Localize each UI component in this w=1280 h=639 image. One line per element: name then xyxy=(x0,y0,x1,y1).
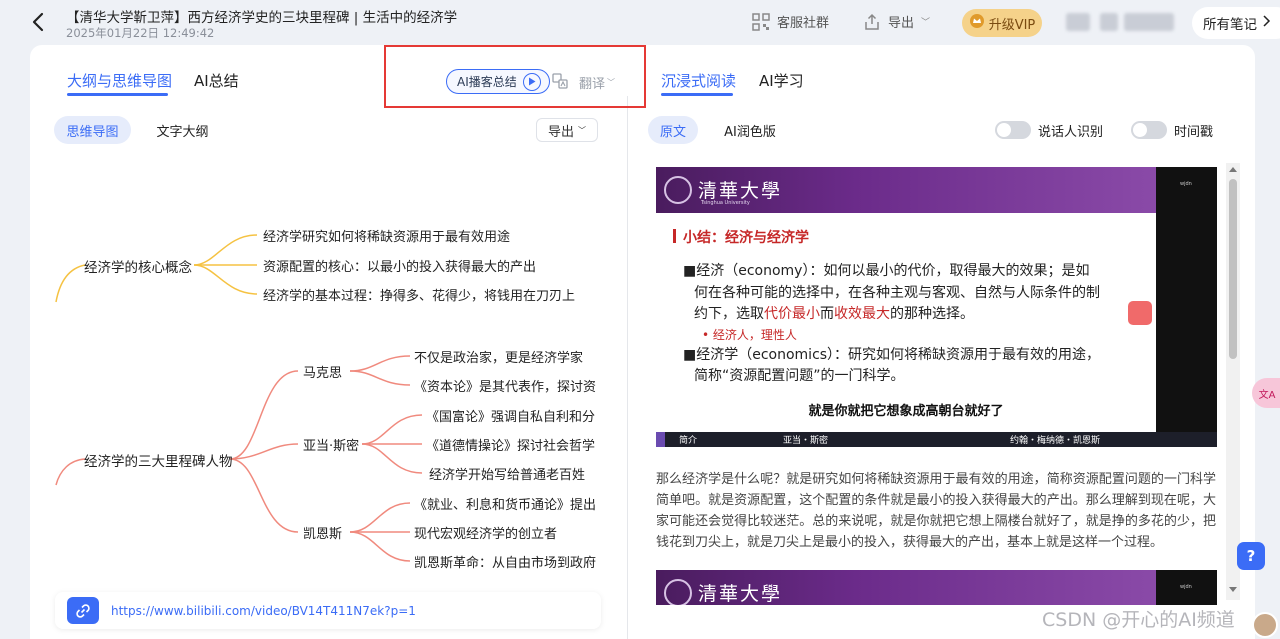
tab-immersive-reading[interactable]: 沉浸式阅读 xyxy=(661,70,736,91)
top-export-label: 导出 xyxy=(888,16,915,31)
mindmap-leaf[interactable]: 资源配置的核心：以最小的投入获得最大的产出 xyxy=(263,256,536,275)
source-link-bar: https://www.bilibili.com/video/BV14T411N… xyxy=(55,592,601,629)
mindmap-node-adam-smith[interactable]: 亚当·斯密 xyxy=(303,435,359,454)
video-watermark: wjdn xyxy=(1180,181,1192,187)
page-datetime: 2025年01月22日 12:49:42 xyxy=(66,26,215,40)
mindmap-view-button[interactable]: 思维导图 xyxy=(54,116,131,144)
slide-economics-line-1: ■经济学（economics）：研究如何将稀缺资源用于最有效的用途， xyxy=(683,347,1101,363)
video-frame[interactable]: 清華大學 Tsinghua University wjdn 小结：经济与经济学 … xyxy=(656,167,1217,447)
annotation-highlight-box xyxy=(384,45,646,108)
all-notes-label: 所有笔记 xyxy=(1203,17,1257,33)
mindmap-node-core-concepts[interactable]: 经济学的核心概念 xyxy=(84,256,192,276)
mindmap-leaf[interactable]: 《就业、利息和货币通论》提出 xyxy=(414,494,596,513)
share-icon xyxy=(863,13,881,31)
floating-translate-button[interactable]: 文A xyxy=(1252,378,1280,408)
slide-economy-line-1: ■经济（economy）：如何以最小的代价，取得最大的效果；是如 xyxy=(683,263,1090,279)
tab-underline-left xyxy=(67,93,168,96)
all-notes-button[interactable]: 所有笔记 xyxy=(1192,7,1280,39)
mindmap-node-milestone-figures[interactable]: 经济学的三大里程碑人物 xyxy=(84,450,233,470)
mindmap-leaf[interactable]: 《资本论》是其代表作，探讨资 xyxy=(414,376,596,395)
mindmap-node-marx[interactable]: 马克思 xyxy=(303,362,342,381)
scrollbar-thumb[interactable] xyxy=(1229,179,1237,359)
tab-underline-right xyxy=(661,93,733,96)
right-scrollbar[interactable] xyxy=(1226,163,1240,600)
mindmap-export-label: 导出 xyxy=(547,124,574,140)
slide-footer-item: 简介 xyxy=(679,436,698,446)
avatar[interactable] xyxy=(1252,612,1278,638)
back-arrow-icon[interactable] xyxy=(27,10,51,34)
mindmap-leaf[interactable]: 经济学的基本过程：挣得多、花得少，将钱用在刀刃上 xyxy=(263,285,575,304)
mindmap-leaf[interactable]: 现代宏观经济学的创立者 xyxy=(414,523,557,542)
original-text-button[interactable]: 原文 xyxy=(648,116,698,144)
mindmap-leaf[interactable]: 凯恩斯革命：从自由市场到政府 xyxy=(414,552,596,571)
scroll-up-icon[interactable] xyxy=(1229,167,1237,172)
tab-outline-mindmap[interactable]: 大纲与思维导图 xyxy=(67,70,172,91)
slide-economics-line-2: 简称“资源配置问题”的一门科学。 xyxy=(694,368,905,384)
mindmap-node-keynes[interactable]: 凯恩斯 xyxy=(303,523,342,542)
speaker-recognition-toggle[interactable] xyxy=(995,121,1031,139)
mindmap-leaf[interactable]: 不仅是政治家，更是经济学家 xyxy=(414,347,583,366)
tab-ai-summary[interactable]: AI总结 xyxy=(194,70,239,91)
slide-title: 小结：经济与经济学 xyxy=(683,230,809,246)
mindmap-export-button[interactable]: 导出 ﹀ xyxy=(536,118,598,142)
source-link[interactable]: https://www.bilibili.com/video/BV14T411N… xyxy=(111,604,416,618)
mindmap-leaf[interactable]: 经济学研究如何将稀缺资源用于最有效用途 xyxy=(263,226,510,245)
mindmap-leaf[interactable]: 《道德情操论》探讨社会哲学 xyxy=(426,435,595,454)
panel-divider xyxy=(627,96,628,639)
mindmap-leaf[interactable]: 经济学开始写给普通老百姓 xyxy=(429,464,585,483)
tab-ai-learning[interactable]: AI学习 xyxy=(759,70,804,91)
mindmap-canvas[interactable]: 经济学的核心概念 经济学研究如何将稀缺资源用于最有效用途 资源配置的核心：以最小… xyxy=(30,150,610,580)
ai-polished-button[interactable]: AI润色版 xyxy=(714,116,786,144)
slide-title-marker xyxy=(673,229,676,243)
chevron-down-icon: ﹀ xyxy=(578,125,586,135)
video-frame-next[interactable]: 清華大學 wjdn xyxy=(656,570,1217,605)
university-name: 清華大學 xyxy=(698,180,783,202)
help-button[interactable]: ? xyxy=(1237,542,1265,570)
timestamp-label: 时间戳 xyxy=(1174,125,1214,140)
video-subtitle: 就是你就把它想象成高朝台就好了 xyxy=(808,404,1004,419)
upgrade-vip-button[interactable]: 升级VIP xyxy=(962,9,1042,37)
tsinghua-logo-icon xyxy=(664,176,692,204)
text-outline-button[interactable]: 文字大纲 xyxy=(145,116,220,144)
speaker-recognition-label: 说话人识别 xyxy=(1038,125,1104,140)
mindmap-leaf[interactable]: 《国富论》强调自私自利和分 xyxy=(426,406,595,425)
slide-footer: 简介 亚当・斯密 约翰・梅纳德・凯恩斯 xyxy=(656,432,1217,447)
record-icon[interactable] xyxy=(1128,301,1152,325)
page-title: 【清华大学靳卫萍】西方经济学史的三块里程碑 | 生活中的经济学 xyxy=(66,10,458,26)
scroll-down-icon[interactable] xyxy=(1229,587,1237,592)
chevron-right-icon xyxy=(1261,15,1271,31)
link-icon xyxy=(67,597,99,624)
slide-header: 清華大學 xyxy=(656,570,1156,605)
slide-footer-item: 约翰・梅纳德・凯恩斯 xyxy=(1010,436,1101,446)
vip-label: 升级VIP xyxy=(988,17,1036,33)
slide-header: 清華大學 Tsinghua University xyxy=(656,167,1156,213)
qr-code-icon xyxy=(752,12,770,31)
video-side-panel: wjdn xyxy=(1156,167,1217,432)
transcript-text: 那么经济学是什么呢？就是研究如何将稀缺资源用于最有效的用途，简称资源配置问题的一… xyxy=(656,472,1216,550)
slide-footer-item: 亚当・斯密 xyxy=(783,436,829,446)
tsinghua-logo-icon xyxy=(664,579,692,605)
video-side-panel: wjdn xyxy=(1156,570,1217,605)
chevron-down-icon: ﹀ xyxy=(921,18,931,28)
csdn-watermark: CSDN @开心的AI频道 xyxy=(1042,609,1235,631)
slide-bullet: • 经济人，理性人 xyxy=(702,328,797,342)
top-bar: 【清华大学靳卫萍】西方经济学史的三块里程碑 | 生活中的经济学 2025年01月… xyxy=(0,0,1280,45)
slide-economy-line-3: 约下，选取代价最小而收效最大的那种选择。 xyxy=(694,306,974,322)
timestamp-toggle[interactable] xyxy=(1131,121,1167,139)
university-en-name: Tsinghua University xyxy=(701,200,750,206)
slide-economy-line-2: 何在各种可能的选择中，在各种主观与客观、自然与人际条件的制 xyxy=(694,285,1100,301)
community-label: 客服社群 xyxy=(777,16,830,31)
university-name: 清華大學 xyxy=(698,583,783,605)
user-name-blurred[interactable] xyxy=(1066,13,1174,31)
community-button[interactable]: 客服社群 xyxy=(752,12,829,31)
top-export-button[interactable]: 导出 ﹀ xyxy=(863,12,930,31)
crown-icon xyxy=(969,13,985,33)
video-watermark: wjdn xyxy=(1180,584,1192,590)
